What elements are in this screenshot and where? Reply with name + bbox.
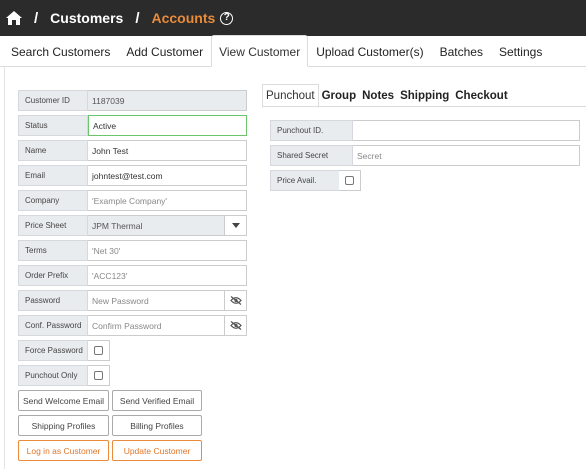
breadcrumb-accounts[interactable]: Accounts [151,10,215,26]
price-sheet-row: Price Sheet JPM Thermal [18,215,247,236]
subtabs: Punchout Group Notes Shipping Checkout [262,84,586,108]
password-field[interactable]: New Password [88,290,225,311]
send-welcome-email-button[interactable]: Send Welcome Email [18,390,109,411]
log-in-as-customer-button[interactable]: Log in as Customer [18,440,109,461]
email-row: Email johntest@test.com [18,165,247,186]
shared-secret-field[interactable]: Secret [353,145,580,166]
email-field[interactable]: johntest@test.com [88,165,247,186]
order-prefix-row: Order Prefix 'ACC123' [18,265,247,286]
subtab-notes[interactable]: Notes [359,84,397,107]
password-row: Password New Password [18,290,247,311]
punchout-id-field[interactable] [353,120,580,141]
main-nav: Search Customers Add Customer View Custo… [0,35,586,67]
eye-slash-icon[interactable] [225,315,247,336]
customer-id-value: 1187039 [88,90,247,111]
tab-add-customer[interactable]: Add Customer [118,35,211,66]
conf-password-row: Conf. Password Confirm Password [18,315,247,336]
price-sheet-select[interactable]: JPM Thermal [88,215,225,236]
terms-field[interactable]: 'Net 30' [88,240,247,261]
terms-row: Terms 'Net 30' [18,240,247,261]
help-icon[interactable]: ? [220,11,234,25]
company-label: Company [18,190,88,211]
name-field[interactable]: John Test [88,140,247,161]
force-password-checkbox[interactable] [94,346,103,355]
top-bar: / Customers / Accounts ? [0,0,586,36]
tab-search-customers[interactable]: Search Customers [3,35,118,66]
name-row: Name John Test [18,140,247,161]
terms-label: Terms [18,240,88,261]
company-field[interactable]: 'Example Company' [88,190,247,211]
status-label: Status [18,115,88,136]
status-field[interactable]: Active [88,115,247,136]
tab-upload-customers[interactable]: Upload Customer(s) [308,35,431,66]
price-sheet-label: Price Sheet [18,215,88,236]
shared-secret-label: Shared Secret [270,145,353,166]
shared-secret-row: Shared Secret Secret [270,145,580,166]
tab-settings[interactable]: Settings [491,35,550,66]
eye-slash-icon[interactable] [225,290,247,311]
chevron-down-icon[interactable] [225,215,247,236]
punchout-id-row: Punchout ID. [270,120,580,141]
subtab-group[interactable]: Group [319,84,360,107]
home-icon[interactable] [6,11,22,25]
shipping-profiles-button[interactable]: Shipping Profiles [18,415,109,436]
conf-password-field[interactable]: Confirm Password [88,315,225,336]
punchout-only-checkbox[interactable] [94,371,103,380]
company-row: Company 'Example Company' [18,190,247,211]
subtab-shipping[interactable]: Shipping [397,84,452,107]
billing-profiles-button[interactable]: Billing Profiles [112,415,202,436]
order-prefix-field[interactable]: 'ACC123' [88,265,247,286]
email-label: Email [18,165,88,186]
punchout-only-row: Punchout Only [18,365,110,386]
force-password-label: Force Password [18,340,88,361]
customer-id-row: Customer ID 1187039 [18,90,247,111]
price-avail-checkbox[interactable] [345,176,354,185]
conf-password-label: Conf. Password [18,315,88,336]
order-prefix-label: Order Prefix [18,265,88,286]
punchout-id-label: Punchout ID. [270,120,353,141]
name-label: Name [18,140,88,161]
tab-view-customer[interactable]: View Customer [211,35,309,67]
punchout-only-label: Punchout Only [18,365,88,386]
force-password-row: Force Password [18,340,110,361]
password-label: Password [18,290,88,311]
subtab-checkout[interactable]: Checkout [452,84,510,107]
breadcrumb-customers[interactable]: Customers [50,10,123,26]
customer-id-label: Customer ID [18,90,88,111]
send-verified-email-button[interactable]: Send Verified Email [112,390,202,411]
tab-batches[interactable]: Batches [432,35,491,66]
breadcrumb-separator: / [135,9,140,27]
subtab-punchout[interactable]: Punchout [262,84,319,108]
status-row: Status Active [18,115,247,136]
breadcrumb-separator: / [34,9,39,27]
update-customer-button[interactable]: Update Customer [112,440,202,461]
